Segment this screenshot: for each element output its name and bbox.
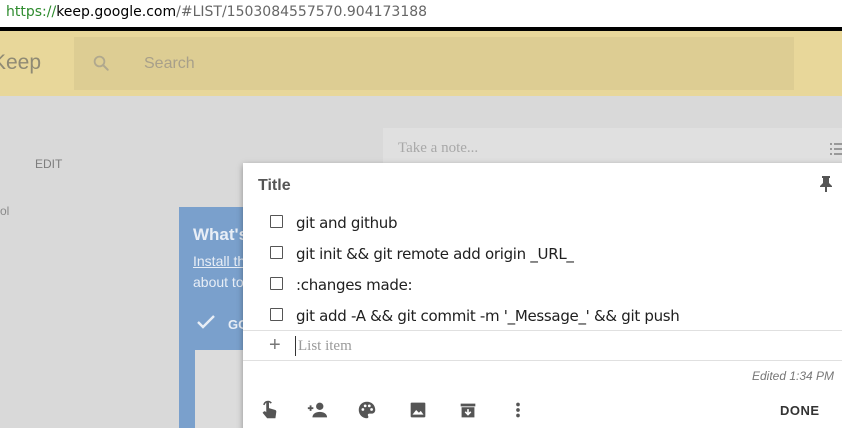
new-list-icon[interactable] [830, 142, 842, 156]
edited-timestamp: Edited 1:34 PM [752, 369, 835, 383]
done-button[interactable]: DONE [780, 403, 820, 418]
image-icon[interactable] [407, 399, 429, 421]
item-checkbox[interactable] [270, 215, 283, 228]
item-checkbox[interactable] [270, 277, 283, 290]
promo-title: What's [193, 225, 249, 244]
list-item: git add -A && git commit -m '_Message_' … [243, 299, 842, 330]
pin-icon[interactable] [818, 175, 834, 193]
promo-screenshot [195, 350, 249, 428]
url-scheme: https:// [6, 4, 57, 20]
item-checkbox[interactable] [270, 246, 283, 259]
search-icon [93, 55, 109, 71]
item-text[interactable]: git and github [296, 214, 398, 232]
sidebar-edit-labels[interactable]: EDIT [35, 157, 62, 171]
promo-install-link[interactable]: Install th [193, 253, 245, 269]
take-note-placeholder: Take a note... [398, 140, 479, 156]
url-host: keep.google.com [56, 4, 177, 20]
check-icon [197, 315, 215, 329]
item-text[interactable]: git add -A && git commit -m '_Message_' … [296, 307, 680, 325]
search-bar[interactable]: Search [74, 37, 794, 90]
promo-card: What's Install th about to GO [179, 207, 249, 428]
note-editor: Title git and github git init && git rem… [243, 163, 842, 428]
sidebar-item-fragment[interactable]: ol [0, 204, 9, 218]
list-item: git init && git remote add origin _URL_ [243, 237, 842, 268]
new-list-item-input[interactable] [295, 336, 595, 356]
item-checkbox[interactable] [270, 308, 283, 321]
item-text[interactable]: git init && git remote add origin _URL_ [296, 245, 574, 263]
more-icon[interactable] [507, 399, 529, 421]
app-header: Keep Search [0, 31, 842, 96]
note-title-field[interactable]: Title [258, 177, 291, 195]
item-text[interactable]: :changes made: [296, 276, 413, 294]
collaborator-icon[interactable] [306, 399, 328, 421]
divider [243, 360, 842, 361]
divider [243, 330, 842, 331]
app-logo: Keep [0, 51, 42, 74]
palette-icon[interactable] [356, 399, 378, 421]
list-item: :changes made: [243, 268, 842, 299]
search-placeholder: Search [144, 55, 195, 72]
reminder-icon[interactable] [258, 399, 280, 421]
list-item: git and github [243, 206, 842, 237]
promo-text: about to [193, 274, 244, 290]
add-item-icon[interactable]: + [269, 335, 281, 355]
archive-icon[interactable] [457, 399, 479, 421]
address-bar[interactable]: https://keep.google.com/#LIST/1503084557… [0, 0, 842, 27]
url-path: /#LIST/1503084557570.904173188 [176, 4, 428, 20]
